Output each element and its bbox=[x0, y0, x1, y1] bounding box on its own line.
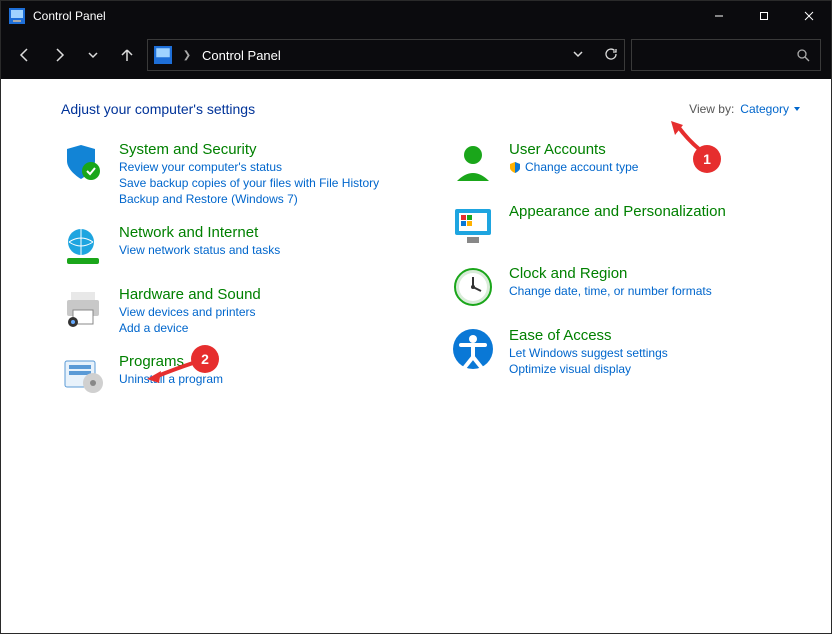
cat-link[interactable]: Change account type bbox=[509, 160, 638, 174]
title-left: Control Panel bbox=[1, 8, 106, 24]
cat-link[interactable]: View network status and tasks bbox=[119, 243, 280, 257]
cat-network: Network and Internet View network status… bbox=[61, 224, 411, 268]
up-button[interactable] bbox=[113, 41, 141, 69]
recent-dropdown[interactable] bbox=[79, 41, 107, 69]
left-column: System and Security Review your computer… bbox=[61, 141, 411, 397]
annotation-arrow-2 bbox=[147, 359, 197, 383]
viewby-value: Category bbox=[740, 102, 789, 116]
cat-user-accounts: User Accounts Change account type bbox=[451, 141, 801, 185]
cat-ease-of-access: Ease of Access Let Windows suggest setti… bbox=[451, 327, 801, 376]
cat-link[interactable]: Let Windows suggest settings bbox=[509, 346, 668, 360]
right-column: User Accounts Change account type Appear… bbox=[451, 141, 801, 397]
back-button[interactable] bbox=[11, 41, 39, 69]
shield-icon bbox=[61, 141, 105, 185]
search-box[interactable] bbox=[631, 39, 821, 71]
cat-title[interactable]: Ease of Access bbox=[509, 327, 668, 344]
cat-title[interactable]: User Accounts bbox=[509, 141, 638, 158]
address-bar[interactable]: ❯ Control Panel bbox=[147, 39, 625, 71]
cat-hardware: Hardware and Sound View devices and prin… bbox=[61, 286, 411, 335]
content-area: Adjust your computer's settings View by:… bbox=[1, 79, 831, 633]
header-row: Adjust your computer's settings View by:… bbox=[61, 101, 801, 117]
cat-title[interactable]: Appearance and Personalization bbox=[509, 203, 726, 220]
chevron-right-icon: ❯ bbox=[180, 50, 194, 61]
cat-link[interactable]: Add a device bbox=[119, 321, 261, 335]
cat-link[interactable]: Optimize visual display bbox=[509, 362, 668, 376]
globe-icon bbox=[61, 224, 105, 268]
maximize-button[interactable] bbox=[741, 1, 786, 31]
annotation-badge-2: 2 bbox=[191, 345, 219, 373]
nav-row: ❯ Control Panel bbox=[1, 31, 831, 79]
page-heading: Adjust your computer's settings bbox=[61, 101, 255, 117]
cat-appearance: Appearance and Personalization bbox=[451, 203, 801, 247]
cat-link[interactable]: View devices and printers bbox=[119, 305, 261, 319]
programs-icon bbox=[61, 353, 105, 397]
address-icon bbox=[154, 46, 172, 64]
viewby-label: View by: bbox=[689, 102, 734, 116]
control-panel-icon bbox=[9, 8, 25, 24]
window-title: Control Panel bbox=[33, 9, 106, 23]
cat-clock-region: Clock and Region Change date, time, or n… bbox=[451, 265, 801, 309]
cat-title[interactable]: Hardware and Sound bbox=[119, 286, 261, 303]
cat-link[interactable]: Save backup copies of your files with Fi… bbox=[119, 176, 379, 190]
address-text: Control Panel bbox=[202, 48, 281, 63]
viewby-control: View by: Category bbox=[689, 102, 801, 116]
titlebar: Control Panel bbox=[1, 1, 831, 31]
cat-link-text: Change account type bbox=[525, 160, 638, 174]
minimize-button[interactable] bbox=[696, 1, 741, 31]
monitor-icon bbox=[451, 203, 495, 247]
cat-link[interactable]: Review your computer's status bbox=[119, 160, 379, 174]
printer-icon bbox=[61, 286, 105, 330]
viewby-dropdown[interactable]: Category bbox=[740, 102, 801, 116]
cat-link[interactable]: Change date, time, or number formats bbox=[509, 284, 712, 298]
accessibility-icon bbox=[451, 327, 495, 371]
cat-title[interactable]: Network and Internet bbox=[119, 224, 280, 241]
uac-shield-icon bbox=[509, 161, 521, 173]
user-icon bbox=[451, 141, 495, 185]
close-button[interactable] bbox=[786, 1, 831, 31]
cat-title[interactable]: Clock and Region bbox=[509, 265, 712, 282]
refresh-button[interactable] bbox=[604, 47, 618, 64]
chevron-down-icon bbox=[793, 105, 801, 113]
forward-button[interactable] bbox=[45, 41, 73, 69]
search-icon bbox=[797, 49, 810, 62]
clock-icon bbox=[451, 265, 495, 309]
window-controls bbox=[696, 1, 831, 31]
cat-link[interactable]: Backup and Restore (Windows 7) bbox=[119, 192, 379, 206]
cat-title[interactable]: System and Security bbox=[119, 141, 379, 158]
address-dropdown-icon[interactable] bbox=[572, 48, 584, 63]
control-panel-window: Control Panel ❯ Control Panel Adjust you… bbox=[0, 0, 832, 634]
cat-system-security: System and Security Review your computer… bbox=[61, 141, 411, 206]
cat-programs: Programs Uninstall a program bbox=[61, 353, 411, 397]
annotation-badge-1: 1 bbox=[693, 145, 721, 173]
